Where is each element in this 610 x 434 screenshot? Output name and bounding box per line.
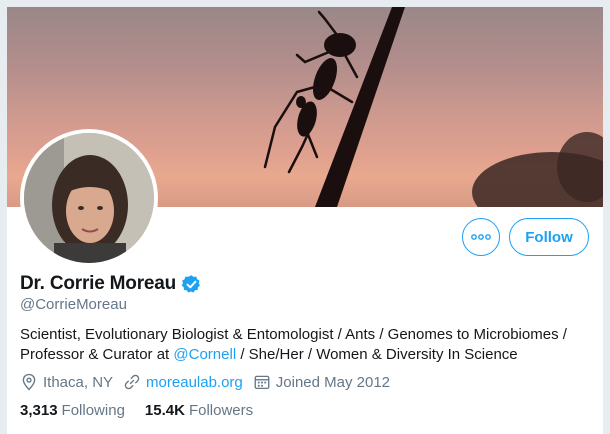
joined-item: Joined May 2012: [253, 373, 390, 391]
following-stat[interactable]: 3,313 Following: [20, 402, 125, 419]
avatar-photo: [24, 133, 154, 263]
profile-meta: Ithaca, NY moreaulab.org Joined May 2012: [20, 373, 400, 391]
profile-card: Follow Dr. Corrie Moreau @CorrieMoreau S…: [7, 7, 603, 434]
link-icon: [124, 374, 140, 390]
followers-label: Followers: [188, 402, 254, 419]
bio-text-end: / She/Her / Women & Diversity In Science: [236, 346, 518, 363]
location-pin-icon: [22, 373, 36, 391]
profile-stats: 3,313 Following 15.4K Followers: [20, 402, 273, 419]
profile-name-row: Dr. Corrie Moreau: [20, 273, 202, 295]
profile-bio: Scientist, Evolutionary Biologist & Ento…: [20, 325, 600, 365]
followers-stat[interactable]: 15.4K Followers: [145, 402, 253, 419]
website-link[interactable]: moreaulab.org: [146, 374, 243, 391]
following-label: Following: [61, 402, 125, 419]
profile-handle: @CorrieMoreau: [20, 296, 127, 313]
website-item: moreaulab.org: [123, 373, 243, 391]
following-count: 3,313: [20, 402, 58, 419]
verified-badge-icon: [181, 274, 201, 292]
joined-text: Joined May 2012: [275, 373, 391, 391]
profile-avatar[interactable]: [20, 129, 158, 267]
calendar-icon: [254, 375, 270, 390]
more-dots-icon: [471, 234, 491, 240]
bio-mention-link[interactable]: @Cornell: [173, 346, 236, 363]
more-options-button[interactable]: [462, 218, 500, 256]
profile-name: Dr. Corrie Moreau: [20, 273, 177, 294]
follow-button[interactable]: Follow: [509, 218, 589, 256]
location-text: Ithaca, NY: [43, 373, 114, 391]
followers-count: 15.4K: [144, 402, 185, 419]
location-item: Ithaca, NY: [20, 373, 113, 391]
